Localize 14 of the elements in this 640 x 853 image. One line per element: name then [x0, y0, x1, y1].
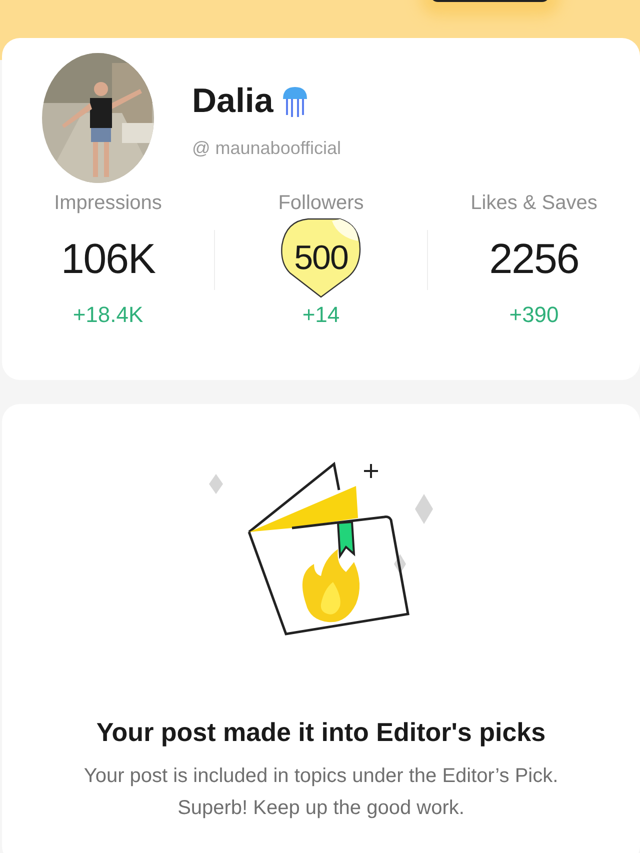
stat-change: +14: [302, 301, 340, 329]
stat-label: Impressions: [54, 191, 162, 216]
stat-value: 500: [294, 238, 348, 278]
stat-change: +390: [509, 301, 559, 329]
achievement-message: Your post is included in topics under the Editor’s Pick. Superb! Keep up the good work.: [82, 764, 560, 821]
jellyfish-icon: [281, 84, 310, 118]
stat-change: +18.4K: [72, 301, 144, 329]
profile-handle: @ maunaboofficial: [192, 137, 342, 160]
stat-value: 2256: [489, 234, 579, 284]
stat-label: Likes & Saves: [470, 191, 598, 216]
stat-label: Followers: [278, 191, 364, 216]
stat-value: 106K: [60, 234, 156, 284]
profile-name: Dalia: [192, 81, 274, 122]
achievement-title: Your post made it into Editor's picks: [96, 716, 546, 749]
